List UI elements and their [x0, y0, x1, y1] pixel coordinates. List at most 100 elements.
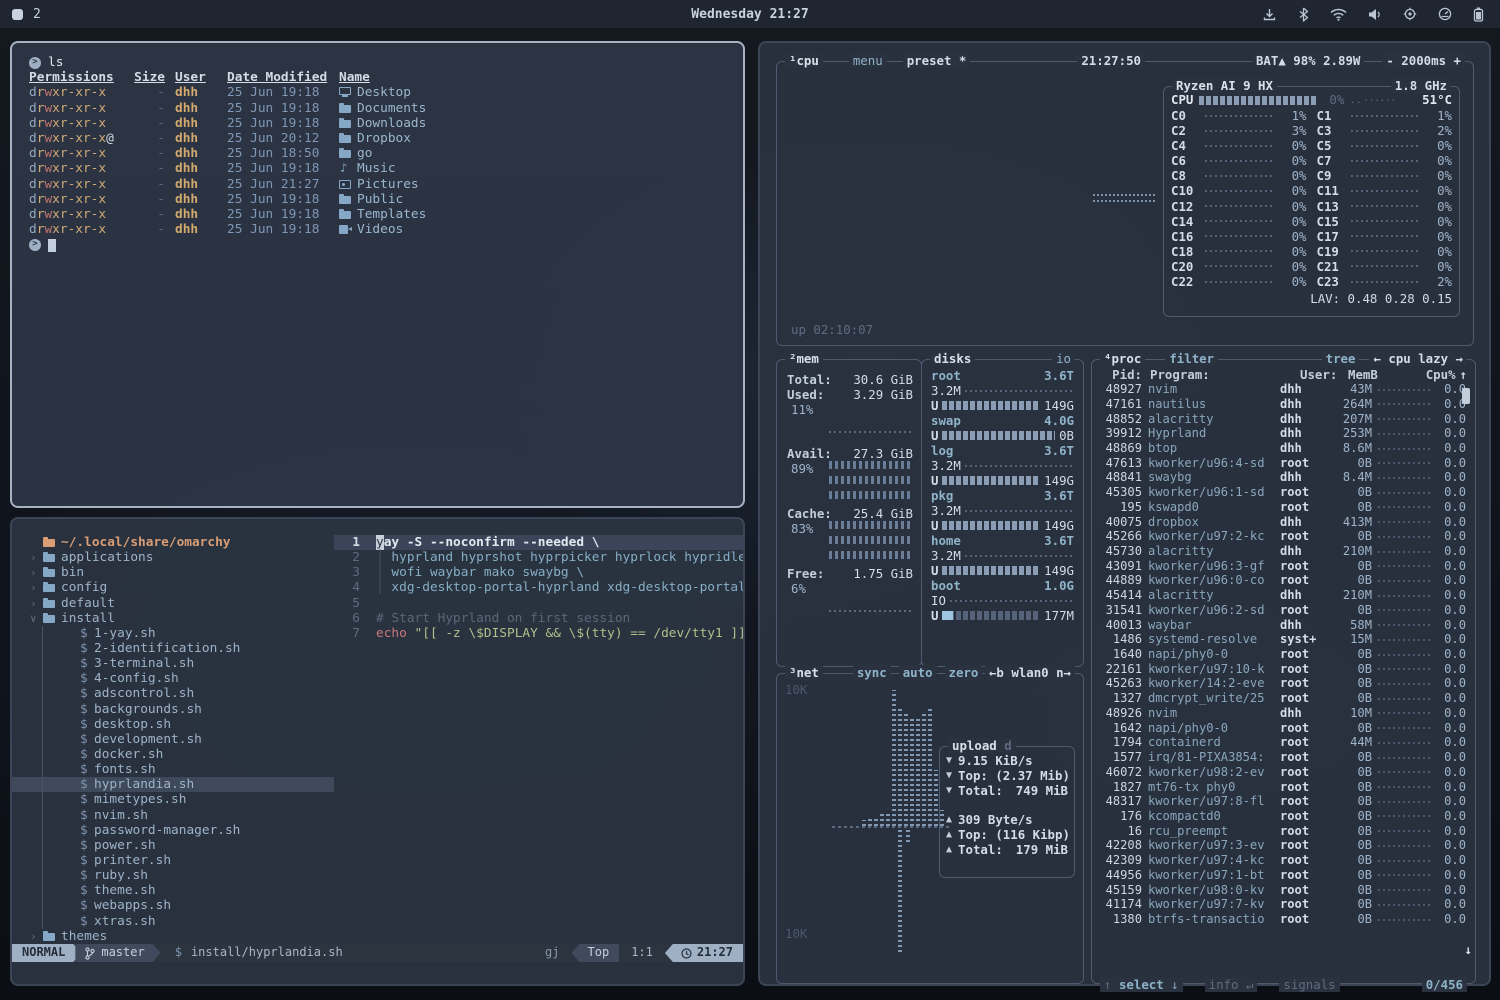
gauge-icon[interactable]: [1438, 7, 1452, 21]
process-row[interactable]: 47161 nautilus dhh 264M 0.0: [1092, 397, 1475, 412]
btop-window[interactable]: ¹cpu menu preset * 21:27:50 BAT▲ 98% 2.8…: [758, 41, 1491, 986]
process-row[interactable]: 22161 kworker/u97:10-k root 0B 0.0: [1092, 662, 1475, 677]
tree-item-label[interactable]: 1-yay.sh: [94, 626, 156, 641]
program-header[interactable]: Program:: [1150, 367, 1300, 382]
tree-item[interactable]: $ docker.sh: [12, 747, 334, 762]
process-row[interactable]: 45305 kworker/u96:1-sd root 0B 0.0: [1092, 485, 1475, 500]
process-row[interactable]: 45159 kworker/u98:0-kv root 0B 0.0: [1092, 883, 1475, 898]
net-sync-toggle[interactable]: sync: [853, 665, 891, 680]
tree-item-label[interactable]: fonts.sh: [94, 762, 156, 777]
volume-icon[interactable]: [1368, 8, 1382, 21]
tree-item-label[interactable]: development.sh: [94, 732, 202, 747]
process-row[interactable]: 45414 alacritty dhh 210M 0.0: [1092, 588, 1475, 603]
tree-item-label[interactable]: nvim.sh: [94, 808, 148, 823]
process-row[interactable]: 31541 kworker/u96:2-sd root 0B 0.0: [1092, 603, 1475, 618]
user-header[interactable]: User:: [1300, 367, 1348, 382]
process-row[interactable]: 1794 containerd root 44M 0.0: [1092, 735, 1475, 750]
process-row[interactable]: 44956 kworker/u97:1-bt root 0B 0.0: [1092, 868, 1475, 883]
info-button[interactable]: info ↵: [1205, 977, 1258, 992]
net-zero-toggle[interactable]: zero: [945, 665, 983, 680]
terminal-window-ls[interactable]: > ls Permissions Size User Date Modified…: [10, 41, 745, 508]
tree-item[interactable]: › default: [12, 596, 334, 611]
tree-item-label[interactable]: printer.sh: [94, 853, 171, 868]
tree-item[interactable]: $ webapps.sh: [12, 898, 334, 913]
tree-item-label[interactable]: docker.sh: [94, 747, 163, 762]
chevron-icon[interactable]: ›: [30, 565, 38, 580]
tree-item[interactable]: ∨ install: [12, 611, 334, 626]
tree-item-label[interactable]: 3-terminal.sh: [94, 656, 194, 671]
cpu-box-title[interactable]: ¹cpu: [785, 53, 823, 68]
net-box-title[interactable]: ³net: [785, 665, 823, 680]
tree-item[interactable]: $ development.sh: [12, 732, 334, 747]
tree-item[interactable]: $ 1-yay.sh: [12, 626, 334, 641]
code-line[interactable]: 1yay -S --noconfirm --needed \: [334, 535, 743, 550]
code-line[interactable]: 5: [334, 596, 743, 611]
process-row[interactable]: 1327 dmcrypt_write/25 root 0B 0.0: [1092, 691, 1475, 706]
package-updates-icon[interactable]: [1262, 7, 1277, 22]
proc-scrollbar-thumb[interactable]: [1462, 388, 1470, 404]
process-row[interactable]: 195 kswapd0 root 0B 0.0: [1092, 500, 1475, 515]
tree-item-label[interactable]: hyprlandia.sh: [94, 777, 194, 792]
process-row[interactable]: 1642 napi/phy0-0 root 0B 0.0: [1092, 721, 1475, 736]
tree-item[interactable]: $ printer.sh: [12, 853, 334, 868]
process-row[interactable]: 48926 nvim dhh 10M 0.0: [1092, 706, 1475, 721]
code-line[interactable]: 2│ hyprland hyprshot hyprpicker hyprlock…: [334, 550, 743, 565]
update-interval-control[interactable]: - 2000ms +: [1382, 53, 1465, 68]
tree-item-label[interactable]: install: [61, 611, 115, 626]
tree-item-label[interactable]: xtras.sh: [94, 914, 156, 929]
preset-button[interactable]: preset *: [903, 53, 971, 68]
process-row[interactable]: 43091 kworker/u96:3-gf root 0B 0.0: [1092, 559, 1475, 574]
process-row[interactable]: 40075 dropbox dhh 413M 0.0: [1092, 515, 1475, 530]
tree-item[interactable]: › bin: [12, 565, 334, 580]
tree-item[interactable]: $ power.sh: [12, 838, 334, 853]
scroll-down-arrow[interactable]: ↓: [1465, 942, 1472, 957]
tree-item-label[interactable]: 2-identification.sh: [94, 641, 240, 656]
mem-header[interactable]: MemB: [1348, 367, 1396, 382]
tree-item[interactable]: $ theme.sh: [12, 883, 334, 898]
battery-icon[interactable]: [1473, 7, 1484, 22]
tree-item[interactable]: ~/.local/share/omarchy: [12, 535, 334, 550]
editor-buffer[interactable]: 1yay -S --noconfirm --needed \2│ hyprlan…: [334, 535, 743, 641]
net-interface-switch[interactable]: ←b wlan0 n→: [985, 665, 1075, 680]
tree-item-label[interactable]: config: [61, 580, 107, 595]
menu-button[interactable]: menu: [849, 53, 887, 68]
process-row[interactable]: 48869 btop dhh 8.6M 0.0: [1092, 441, 1475, 456]
tree-item[interactable]: › themes: [12, 929, 334, 944]
pid-header[interactable]: Pid:: [1100, 367, 1142, 382]
signals-button[interactable]: signals: [1279, 977, 1339, 992]
tree-item-label[interactable]: bin: [61, 565, 84, 580]
process-row[interactable]: 1577 irq/81-PIXA3854: root 0B 0.0: [1092, 750, 1475, 765]
process-row[interactable]: 39912 Hyprland dhh 253M 0.0: [1092, 426, 1475, 441]
tree-item-label[interactable]: power.sh: [94, 838, 156, 853]
process-row[interactable]: 45263 kworker/14:2-eve root 0B 0.0: [1092, 676, 1475, 691]
bluetooth-icon[interactable]: [1298, 7, 1309, 22]
tree-item[interactable]: › applications: [12, 550, 334, 565]
process-row[interactable]: 48317 kworker/u97:8-fl root 0B 0.0: [1092, 794, 1475, 809]
process-row[interactable]: 41174 kworker/u97:7-kv root 0B 0.0: [1092, 897, 1475, 912]
git-branch[interactable]: master: [75, 944, 160, 962]
code-line[interactable]: 7echo "[[ -z \$DISPLAY && \$(tty) == /de…: [334, 626, 743, 641]
process-row[interactable]: 45266 kworker/u97:2-kc root 0B 0.0: [1092, 529, 1475, 544]
disks-box-title[interactable]: disks: [930, 351, 975, 366]
tree-item[interactable]: $ 4-config.sh: [12, 671, 334, 686]
process-row[interactable]: 45730 alacritty dhh 210M 0.0: [1092, 544, 1475, 559]
tree-item-label[interactable]: ruby.sh: [94, 868, 148, 883]
tree-item-label[interactable]: adscontrol.sh: [94, 686, 194, 701]
tree-item-label[interactable]: default: [61, 596, 115, 611]
process-row[interactable]: 40013 waybar dhh 58M 0.0: [1092, 618, 1475, 633]
cpu-header[interactable]: Cpu%: [1426, 367, 1456, 382]
tree-item[interactable]: $ hyprlandia.sh: [12, 777, 334, 792]
process-row[interactable]: 1827 mt76-tx phy0 root 0B 0.0: [1092, 780, 1475, 795]
proc-filter-button[interactable]: filter: [1165, 351, 1218, 366]
chevron-icon[interactable]: ›: [30, 596, 38, 611]
process-row[interactable]: 46072 kworker/u98:2-ev root 0B 0.0: [1092, 765, 1475, 780]
neovim-window[interactable]: ~/.local/share/omarchy › applications › …: [10, 517, 745, 986]
tree-item-label[interactable]: applications: [61, 550, 153, 565]
tree-item-label[interactable]: mimetypes.sh: [94, 792, 186, 807]
process-row[interactable]: 176 kcompactd0 root 0B 0.0: [1092, 809, 1475, 824]
tree-item[interactable]: $ mimetypes.sh: [12, 792, 334, 807]
file-path[interactable]: $install/hyprlandia.sh: [161, 944, 353, 962]
process-row[interactable]: 42309 kworker/u97:4-kc root 0B 0.0: [1092, 853, 1475, 868]
tree-item[interactable]: $ nvim.sh: [12, 808, 334, 823]
tree-item[interactable]: $ backgrounds.sh: [12, 702, 334, 717]
